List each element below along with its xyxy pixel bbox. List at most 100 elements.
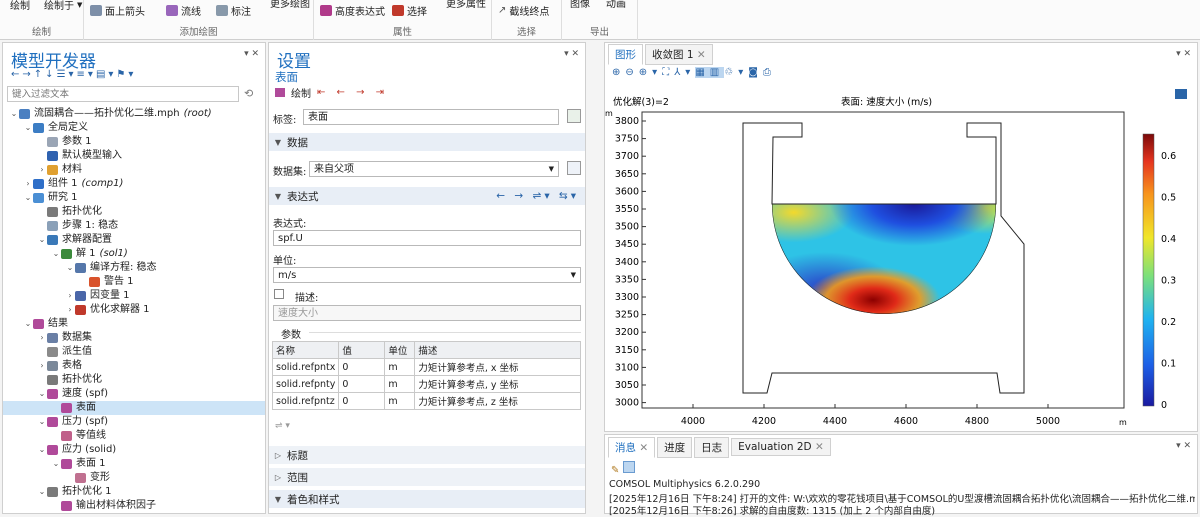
tree-node[interactable]: ⌄ 表面 1	[3, 457, 265, 471]
tree-node[interactable]: › 材料	[3, 163, 265, 177]
back-arrow-icon[interactable]: ←	[11, 69, 22, 80]
expand-icon[interactable]: ›	[23, 177, 33, 191]
grid-view-icon[interactable]: ▦	[695, 67, 710, 78]
column-header[interactable]: 描述	[414, 341, 582, 359]
tree-node[interactable]: 警告 1	[3, 275, 265, 289]
nav-arrows-icon[interactable]: ⇤ ← → ⇥	[317, 87, 388, 98]
tree-filter-input[interactable]	[7, 86, 239, 102]
close-icon[interactable]: ✕	[812, 441, 824, 453]
selection-button[interactable]: 选择	[392, 3, 427, 18]
plot-button[interactable]: 绘制	[291, 85, 311, 100]
tree-node[interactable]: ⌄ 压力 (spf)	[3, 415, 265, 429]
collapse-icon[interactable]: ⌄	[23, 191, 33, 205]
tree-node[interactable]: › 组件 1 (comp1)	[3, 177, 265, 191]
plot-in-button[interactable]: 绘制于 ▼	[44, 0, 82, 13]
tab-graphics[interactable]: 图形	[608, 43, 643, 65]
tree-node[interactable]: 表面	[3, 401, 265, 415]
collapse-icon[interactable]: ≡▾	[77, 69, 96, 80]
height-expression-button[interactable]: 高度表达式	[320, 3, 385, 18]
tree-node[interactable]: 输出材料体积因子	[3, 499, 265, 513]
zoom-box-icon[interactable]: ⊕▾	[639, 67, 662, 78]
view-icon[interactable]: ▤▾	[96, 69, 116, 80]
expand-icon[interactable]: ›	[37, 359, 47, 373]
description-field[interactable]: 速度大小	[273, 305, 581, 321]
tree-node[interactable]: ⌄ 研究 1	[3, 191, 265, 205]
tree-node[interactable]: ⌄ 速度 (spf)	[3, 387, 265, 401]
collapse-icon[interactable]: ⌄	[51, 457, 61, 471]
collapse-icon[interactable]: ⌄	[37, 387, 47, 401]
pin-icon[interactable]: ▾ ✕	[1176, 49, 1191, 59]
zoom-extents-icon[interactable]: ⛶	[662, 67, 674, 78]
camera-icon[interactable]: ◙	[748, 67, 763, 78]
pin-tree-icon[interactable]: ⚑▾	[116, 69, 136, 80]
more-attributes-button[interactable]: 更多属性	[446, 0, 486, 10]
tab-messages-1[interactable]: 进度	[657, 436, 693, 458]
marker-button[interactable]: 标注	[216, 3, 251, 18]
unit-select[interactable]: m/s ▼	[273, 267, 581, 283]
brush-icon[interactable]: ✎	[611, 465, 619, 476]
tree-node[interactable]: 参数 1	[3, 135, 265, 149]
expand-icon[interactable]: ›	[65, 289, 75, 303]
table-cell[interactable]: 0	[338, 375, 386, 393]
label-icon[interactable]	[567, 109, 581, 123]
collapse-icon[interactable]: ⌄	[37, 415, 47, 429]
column-header[interactable]: 单位	[384, 341, 416, 359]
table-tools-icon[interactable]: ⇌ ▾	[275, 421, 290, 431]
dataset-select[interactable]: 来自父项 ▼	[309, 161, 559, 177]
pin-icon[interactable]: ▾ ✕	[564, 49, 579, 59]
tab-messages-3[interactable]: Evaluation 2D ✕	[731, 438, 831, 456]
section-coloring[interactable]: ▼ 着色和样式	[269, 490, 585, 508]
expression-tools-icon[interactable]: ← → ⇌▾ ⇆▾	[496, 190, 579, 202]
tree-node[interactable]: 派生值	[3, 345, 265, 359]
table-row[interactable]: solid.refpntz 0 m 力矩计算参考点, z 坐标	[271, 392, 582, 410]
up-arrow-icon[interactable]: ↑	[34, 69, 45, 80]
tree-node[interactable]: ⌄ 全局定义	[3, 121, 265, 135]
collapse-icon[interactable]: ⌄	[37, 443, 47, 457]
close-icon[interactable]: ✕	[636, 442, 648, 454]
animation-button[interactable]: 动画	[606, 0, 626, 10]
pin-icon[interactable]: ▾ ✕	[1176, 441, 1191, 451]
tree-node[interactable]: 拓扑优化	[3, 373, 265, 387]
collapse-icon[interactable]: ⌄	[9, 107, 19, 121]
axis-icon[interactable]: ⅄▾	[674, 67, 695, 78]
plot-button[interactable]: 绘制	[10, 0, 30, 12]
grid-toggle-icon[interactable]: ▥	[709, 67, 725, 78]
tree-node[interactable]: 拓扑优化	[3, 205, 265, 219]
surface-arrow-button[interactable]: 面上箭头	[90, 3, 145, 18]
cutline-endpoints-button[interactable]: ↗ 截线终点	[498, 3, 549, 18]
tree-node[interactable]: › 数据集	[3, 331, 265, 345]
show-icon[interactable]: ☰▾	[57, 69, 77, 80]
down-arrow-icon[interactable]: ↓	[45, 69, 56, 80]
image-button[interactable]: 图像	[570, 0, 590, 10]
clear-icon[interactable]	[622, 461, 635, 473]
tree-node[interactable]: ⌄ 解 1 (sol1)	[3, 247, 265, 261]
print-icon[interactable]: ⎙	[763, 67, 776, 78]
table-row[interactable]: solid.refpnty 0 m 力矩计算参考点, y 坐标	[271, 375, 582, 393]
tab-messages-0[interactable]: 消息 ✕	[608, 436, 656, 458]
collapse-icon[interactable]: ⌄	[37, 485, 47, 499]
pin-icon[interactable]: ▾ ✕	[244, 49, 259, 59]
expand-icon[interactable]: ›	[37, 331, 47, 345]
toggle-icon[interactable]	[1175, 89, 1187, 99]
section-title[interactable]: ▷ 标题	[269, 446, 585, 464]
plot-icon[interactable]	[275, 88, 285, 97]
tree-node[interactable]: › 因变量 1	[3, 289, 265, 303]
tree-node[interactable]: 步骤 1: 稳态	[3, 219, 265, 233]
tree-node[interactable]: ⌄ 应力 (solid)	[3, 443, 265, 457]
label-field[interactable]: 表面	[303, 109, 559, 125]
tree-node[interactable]: ⌄ 流固耦合——拓扑优化二维.mph (root)	[3, 107, 265, 121]
table-cell[interactable]: 0	[338, 392, 386, 410]
graphics-canvas[interactable]: 优化解(3)=2 表面: 速度大小 (m/s) m m 3800 3750 3700…	[605, 86, 1197, 431]
tree-node[interactable]: 变形	[3, 471, 265, 485]
tab-convergence[interactable]: 收敛图 1 ✕	[645, 43, 713, 65]
zoom-in-icon[interactable]: ⊕	[612, 67, 625, 78]
tree-node[interactable]: ⌄ 结果	[3, 317, 265, 331]
collapse-icon[interactable]: ⌄	[23, 317, 33, 331]
tree-node[interactable]: ⌄ 编译方程: 稳态	[3, 261, 265, 275]
tree-node[interactable]: ⌄ 拓扑优化 1	[3, 485, 265, 499]
column-header[interactable]: 名称	[271, 341, 340, 359]
expand-icon[interactable]: ›	[37, 163, 47, 177]
expression-field[interactable]: spf.U	[273, 230, 581, 246]
dataset-goto-icon[interactable]	[567, 161, 581, 175]
collapse-icon[interactable]: ⌄	[23, 121, 33, 135]
